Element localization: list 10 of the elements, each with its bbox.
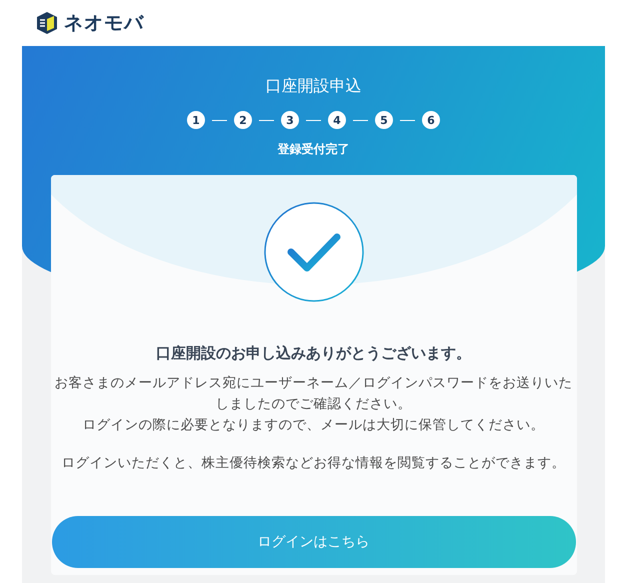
page-title: 口座開設申込 — [266, 76, 362, 97]
login-button[interactable]: ログインはこちら — [52, 516, 576, 568]
message-text: ログインの際に必要となりますので、メールは大切に保管してください。 — [82, 416, 546, 435]
message-text: お客さまのメールアドレス宛にユーザーネーム／ログインパスワードをお送りいたしましたのでご確認ください。 — [54, 374, 574, 414]
check-icon — [264, 202, 364, 302]
thank-you-heading: 口座開設のお申し込みありがとうございます。 — [156, 344, 471, 363]
logo-text: ネオモバ — [64, 11, 144, 36]
step-label: 登録受付完了 — [278, 141, 350, 158]
logo-icon — [36, 11, 58, 35]
message-text: ログインいただくと、株主優待検索などお得な情報を閲覧することができます。 — [60, 454, 566, 473]
